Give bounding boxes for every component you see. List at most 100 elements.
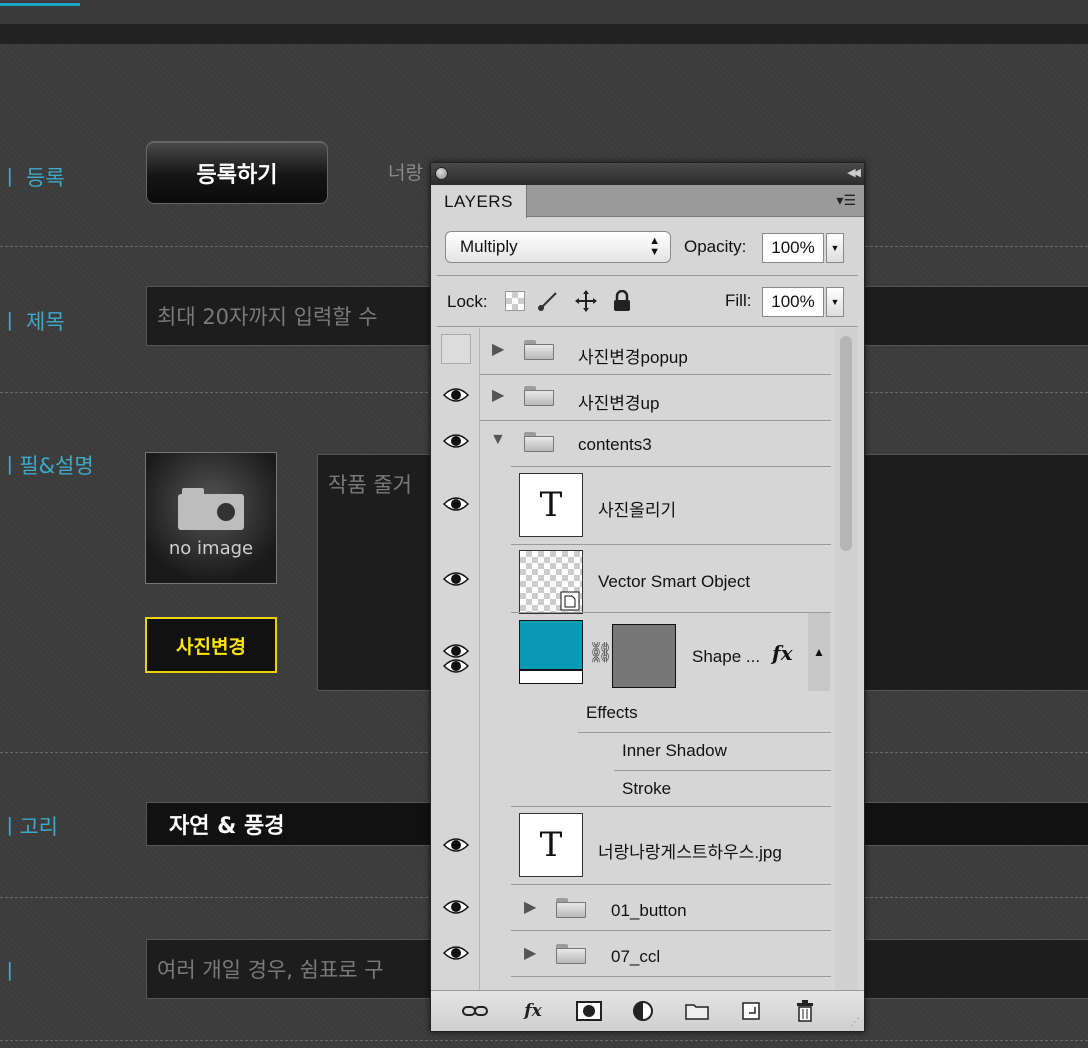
eye-icon[interactable] [441,380,471,410]
layer-name[interactable]: Vector Smart Object [598,572,750,592]
opacity-label: Opacity: [684,237,747,256]
no-image-placeholder: no image [145,452,277,584]
effects-toggle-icon[interactable]: ▲ [808,613,830,691]
link-icon[interactable] [461,999,489,1023]
layer-list-scrollbar[interactable] [835,328,857,990]
layer-name[interactable]: 사진올리기 [598,496,676,521]
resize-grip-icon[interactable]: ⋰ [850,1017,860,1028]
collapse-icon[interactable]: ◀◀ [847,166,861,179]
visibility-toggle-hidden[interactable] [441,334,471,364]
effect-stroke[interactable]: Stroke [622,779,671,799]
layer-list: ▶ 사진변경popup ▶ 사진변경up ▼ contents3 T 사진올리기 [436,328,861,990]
photo-change-button[interactable]: 사진변경 [145,617,277,673]
lock-label: Lock: [447,292,488,311]
row-divider [511,466,831,467]
layer-name[interactable]: Shape ... [692,647,760,667]
effects-label[interactable]: Effects [586,703,638,723]
blend-mode-value: Multiply [460,237,518,256]
new-layer-icon[interactable] [737,999,765,1023]
effect-inner-shadow[interactable]: Inner Shadow [622,741,727,761]
row-divider [511,544,831,545]
vector-mask-thumbnail[interactable] [612,624,676,688]
row-divider [511,612,831,613]
lock-move-icon[interactable] [575,289,597,313]
eye-icon[interactable] [441,564,471,594]
smart-object-thumbnail [519,550,583,614]
tab-layers[interactable]: LAYERS [431,185,527,218]
row-divider [480,420,831,421]
fx-icon[interactable]: fx [519,999,547,1023]
camera-icon [178,486,244,530]
layer-name[interactable]: 07_ccl [611,947,660,967]
lock-transparent-icon[interactable] [505,291,525,311]
folder-icon [556,944,586,964]
link-chain-icon[interactable]: ⛓ [588,640,613,665]
eye-icon[interactable] [441,489,471,519]
category-row-label: ㅣ고리 [0,815,58,839]
new-group-icon[interactable] [683,999,711,1023]
opacity-input[interactable]: 100% [762,233,824,263]
eye-icon[interactable] [441,830,471,860]
row-divider [0,1040,1088,1041]
row-divider [480,374,831,375]
layer-name[interactable]: 01_button [611,901,687,921]
layer-name[interactable]: 너랑나랑게스트하우스.jpg [598,838,782,863]
select-arrows-icon: ▲ ▼ [649,235,660,258]
eye-icon[interactable] [441,426,471,456]
row-divider [511,930,831,931]
layers-panel: ◀◀ LAYERS ▾☰ Multiply ▲ ▼ Opacity: 100% ▼… [430,162,865,1032]
folder-icon [524,432,554,452]
panel-titlebar[interactable]: ◀◀ [431,163,864,185]
row-divider [511,806,831,807]
row-divider [578,732,831,733]
mask-icon[interactable] [575,999,603,1023]
hint-text: 너랑 [388,162,423,184]
expand-triangle-icon[interactable]: ▶ [524,897,536,917]
shape-color-thumbnail[interactable] [519,620,583,684]
profile-row-label: ㅣ필&설명 [0,454,94,478]
top-accent-underline [0,0,80,6]
lock-all-icon[interactable] [611,289,633,313]
trash-icon[interactable] [791,999,819,1023]
row-divider [614,770,831,771]
row-divider [511,884,831,885]
layer-name[interactable]: 사진변경popup [578,343,688,368]
close-icon[interactable] [435,167,448,180]
no-image-label: no image [168,537,254,559]
panel-tab-row: LAYERS ▾☰ [431,185,864,218]
folder-icon [524,386,554,406]
eye-icon[interactable] [441,636,471,666]
register-button[interactable]: 등록하기 [146,141,328,204]
expand-triangle-icon[interactable]: ▶ [524,943,536,963]
opacity-dropdown-icon[interactable]: ▼ [826,233,844,263]
layer-name[interactable]: 사진변경up [578,389,659,414]
tags-row-label: ㅣ [0,960,20,984]
expand-triangle-icon[interactable]: ▶ [492,385,504,405]
lock-brush-icon[interactable] [537,289,559,313]
folder-icon [524,340,554,360]
top-bar [0,0,1088,24]
fx-icon[interactable]: fx [772,641,793,665]
folder-icon [556,898,586,918]
text-layer-thumbnail: T [519,813,583,877]
panel-menu-icon[interactable]: ▾☰ [836,192,856,209]
title-row-label: ㅣ 제목 [0,310,65,334]
eye-icon[interactable] [441,938,471,968]
layer-name[interactable]: contents3 [578,435,652,455]
blend-mode-select[interactable]: Multiply ▲ ▼ [445,231,671,263]
adjustment-icon[interactable] [629,999,657,1023]
expand-triangle-icon[interactable]: ▶ [492,339,504,359]
text-layer-thumbnail: T [519,473,583,537]
eye-icon[interactable] [441,892,471,922]
panel-bottom-bar: fx ⋰ [431,990,864,1031]
collapse-triangle-icon[interactable]: ▼ [490,431,506,449]
top-strip [0,24,1088,44]
scroll-thumb[interactable] [840,336,852,551]
panel-separator [437,326,858,327]
register-row-label: ㅣ 등록 [0,166,65,190]
fill-label: Fill: [725,291,752,310]
panel-separator [437,275,858,276]
fill-input[interactable]: 100% [762,287,824,317]
row-divider [511,976,831,977]
fill-dropdown-icon[interactable]: ▼ [826,287,844,317]
